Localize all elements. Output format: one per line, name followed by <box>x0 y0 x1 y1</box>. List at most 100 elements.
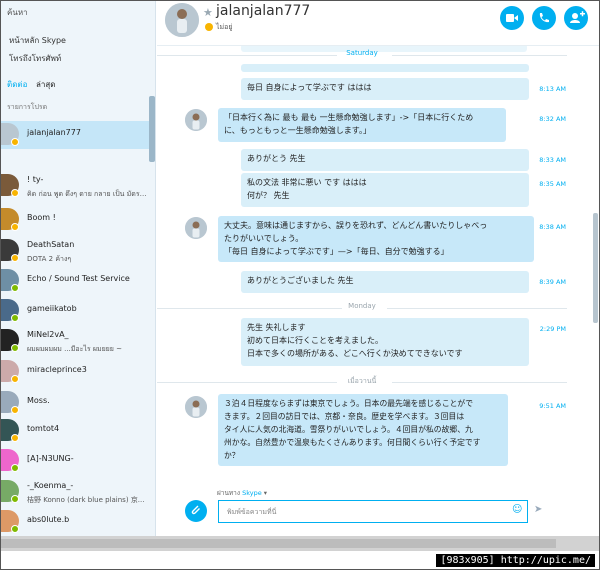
via-service[interactable]: Skype <box>242 489 262 497</box>
watermark: [983x905] http://upic.me/ <box>436 554 595 567</box>
contact-item[interactable]: MiNel2vA_ ผมผมผมผม ...มีอะไร ผมยยย ~ <box>1 327 149 355</box>
status-icon <box>11 284 19 292</box>
status-icon <box>11 375 19 383</box>
message-text: 毎日 自身によって学ぶです ははは <box>247 83 372 92</box>
message-bubble[interactable]: ３泊４日程度ならまずは東京でしょう。日本の最先端を感じることがで きます。２回目… <box>218 394 508 466</box>
search-input[interactable]: ค้นหา <box>7 6 28 19</box>
status-icon <box>11 314 19 322</box>
date-divider-monday: Monday <box>157 302 567 314</box>
message-text: ３泊４日程度ならまずは東京でしょう。日本の最先端を感じることがで <box>224 399 474 408</box>
sender-avatar[interactable] <box>185 109 207 131</box>
call-phones-link[interactable]: โทรถึงโทรศัพท์ <box>9 52 61 65</box>
scrollbar-thumb[interactable] <box>1 539 556 548</box>
date-label: เมื่อวานนี้ <box>347 377 377 385</box>
status-icon <box>11 495 19 503</box>
message-bubble[interactable]: 大丈夫。意味は通じますから、誤りを恐れず、どんどん書いたりしゃべっ たりがいいで… <box>218 216 534 262</box>
contact-item[interactable]: tomtot4 <box>1 417 149 445</box>
message-bubble[interactable]: 先生 失礼します 初めて日本に行くことを考えました。 日本で多くの場所がある、ど… <box>241 318 529 366</box>
message-text: ありがとう 先生 <box>247 154 306 163</box>
emoji-icon[interactable]: ☺ <box>512 504 522 515</box>
message-text: ありがとうございました 先生 <box>247 276 354 285</box>
video-call-button[interactable] <box>500 6 524 30</box>
contact-name: MiNel2vA_ <box>27 330 69 339</box>
message-area[interactable]: Saturday 毎日 自身によって学ぶです ははは 8:13 AM 「日本行く… <box>157 46 572 491</box>
send-icon[interactable]: ➤ <box>534 504 542 515</box>
sidebar-tabs: ติดต่อ ล่าสุด <box>7 78 61 91</box>
status-icon <box>11 464 19 472</box>
add-people-button[interactable] <box>564 6 588 30</box>
sidebar: ค้นหา หน้าหลัก Skype โทรถึงโทรศัพท์ ติดต… <box>1 1 156 536</box>
contact-avatar[interactable] <box>165 3 199 37</box>
conversation-header: ★ jalanjalan777 ไม่อยู่ <box>157 1 599 46</box>
status-icon <box>11 344 19 352</box>
phone-icon <box>539 13 549 23</box>
contact-item[interactable]: gameiikatob <box>1 297 149 325</box>
message-time: 8:35 AM <box>539 180 566 188</box>
chat-scrollbar[interactable] <box>593 213 598 323</box>
away-status-icon <box>205 23 213 31</box>
contact-item[interactable]: Boom ! <box>1 206 149 234</box>
tab-contacts[interactable]: ติดต่อ <box>7 80 27 89</box>
message-bubble[interactable]: 私の文法 非常に悪い です ははは 何が？ 先生 <box>241 173 529 207</box>
message-text: か？ <box>224 451 240 460</box>
message-text: たりがいいでしょう。 <box>224 234 304 243</box>
contact-name: Echo / Sound Test Service <box>27 274 130 283</box>
attach-button[interactable] <box>185 500 207 522</box>
status-icon <box>11 525 19 533</box>
tab-recent[interactable]: ล่าสุด <box>36 80 55 89</box>
message-time: 8:39 AM <box>539 278 566 286</box>
sidebar-scrollbar[interactable] <box>149 96 155 162</box>
contact-item[interactable]: Moss. <box>1 389 149 417</box>
message-time: 2:29 PM <box>539 325 566 333</box>
contact-status: ไม่อยู่ <box>216 23 233 31</box>
paperclip-icon <box>191 505 200 515</box>
status-icon <box>11 189 19 197</box>
status-icon <box>11 406 19 414</box>
contact-item[interactable]: ! ty- คิด ก่อน พูด ดึงๆ ดาย กลาย เป็น มัด… <box>1 172 149 200</box>
contact-item[interactable]: -_Koenma_- 桔野 Konno (dark blue plains) 京.… <box>1 478 149 506</box>
contact-name: tomtot4 <box>27 424 60 433</box>
contact-item[interactable]: Echo / Sound Test Service <box>1 267 149 295</box>
contact-name: Boom ! <box>27 213 56 222</box>
favorites-heading: รายการโปรด <box>7 103 48 111</box>
contact-name: abs0lute.b <box>27 515 70 524</box>
message-text: タイ人に人気の北海道。雪祭りがいいでしょう。４回目が私の故郷、九 <box>224 425 473 434</box>
date-label: Saturday <box>346 49 378 57</box>
contact-name: Moss. <box>27 396 50 405</box>
message-text: 大丈夫。意味は通じますから、誤りを恐れず、どんどん書いたりしゃべっ <box>224 221 488 230</box>
skype-home-link[interactable]: หน้าหลัก Skype <box>9 34 66 47</box>
message-bubble[interactable]: ありがとうございました 先生 <box>241 271 529 293</box>
contact-name: ! ty- <box>27 175 44 184</box>
contact-item[interactable]: [A]-N3UNG- <box>1 447 149 475</box>
message-text: 私の文法 非常に悪い です ははは <box>247 178 367 187</box>
message-text: 何が？ 先生 <box>247 191 290 200</box>
sender-avatar[interactable] <box>185 217 207 239</box>
message-text: 先生 失礼します <box>247 323 306 332</box>
add-person-icon <box>570 11 585 23</box>
audio-call-button[interactable] <box>532 6 556 30</box>
message-input[interactable]: พิมพ์ข้อความที่นี่ <box>218 500 528 523</box>
message-text: 州かな。自然豊かで温泉もたくさんあります。何日間くらい行く予定です <box>224 438 481 447</box>
message-time: 8:33 AM <box>539 156 566 164</box>
contact-name: -_Koenma_- <box>27 481 74 490</box>
contact-item[interactable]: DeathSatan DOTA 2 ค้างๆ <box>1 237 149 265</box>
composer: ผ่านทาง Skype ▾ พิมพ์ข้อความที่นี่ ☺ ➤ <box>157 488 572 536</box>
message-bubble[interactable]: 「日本行く為に 最も 最も 一生懸命勉強します」->「日本に行くため に、もっと… <box>218 108 506 142</box>
favorite-star-icon[interactable]: ★ <box>203 6 213 19</box>
contact-item[interactable]: jalanjalan777 <box>1 121 149 149</box>
date-label: Monday <box>348 302 376 310</box>
message-bubble-partial <box>241 64 529 72</box>
contact-mood: DOTA 2 ค้างๆ <box>27 255 72 263</box>
message-bubble[interactable]: 毎日 自身によって学ぶです ははは <box>241 78 529 100</box>
message-bubble[interactable]: ありがとう 先生 <box>241 149 529 171</box>
date-divider-saturday: Saturday <box>157 49 567 61</box>
status-icon <box>11 434 19 442</box>
message-time: 8:32 AM <box>539 115 566 123</box>
sender-avatar[interactable] <box>185 396 207 418</box>
horizontal-scrollbar[interactable] <box>1 536 599 551</box>
contact-name: DeathSatan <box>27 240 75 249</box>
send-via-selector[interactable]: ผ่านทาง Skype ▾ <box>217 488 267 498</box>
contact-item[interactable]: abs0lute.b <box>1 508 149 536</box>
contact-item[interactable]: miracleprince3 <box>1 358 149 386</box>
contact-name: gameiikatob <box>27 304 77 313</box>
